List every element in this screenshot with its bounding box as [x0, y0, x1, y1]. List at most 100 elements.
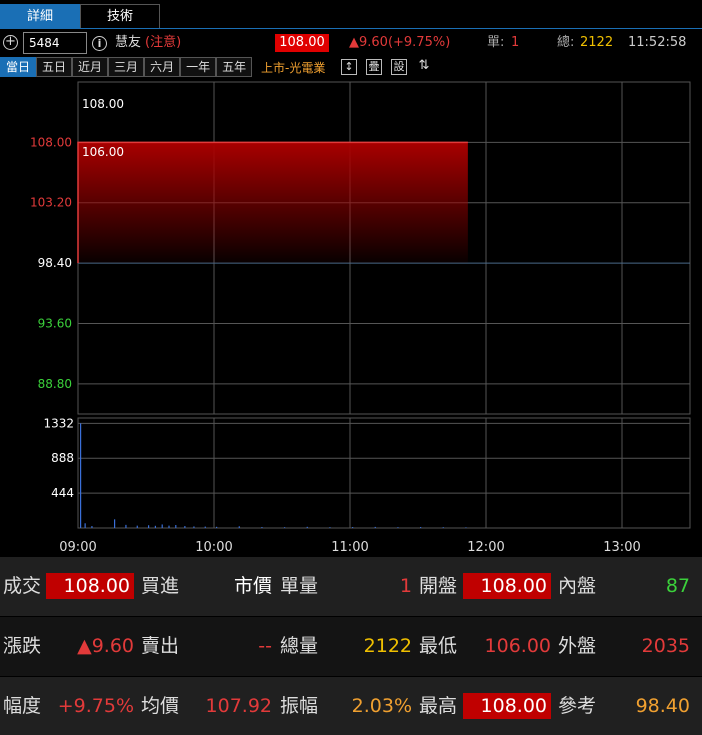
stat-label: 內盤 [558, 575, 597, 597]
time-axis-labels: 09:00 10:00 11:00 12:00 13:00 [59, 540, 640, 555]
stat-value: 市價 [233, 575, 272, 597]
stat-label: 買進 [141, 575, 180, 597]
view-tabs: 詳細 技術 [0, 4, 160, 28]
stat-value: 107.92 [205, 695, 272, 717]
volume-bar [329, 527, 331, 528]
stats-row: 幅度 +9.75% 均價 107.92 振幅 2.03% 最高 108.00 參考 98.40 [0, 677, 702, 735]
volume-bar [91, 526, 93, 528]
volume-bar [352, 527, 354, 528]
single-volume-label: 單: [487, 35, 505, 50]
indicator-filter-icon[interactable]: ⇅ [416, 59, 432, 75]
price-axis-labels: 108.00 103.20 98.40 93.60 88.80 [30, 135, 72, 390]
price-tick-label: 103.20 [30, 196, 72, 210]
period-1year-button[interactable]: 一年 [180, 57, 217, 77]
price-tick-label: 98.40 [38, 256, 72, 270]
time-tick-label: 10:00 [195, 540, 232, 555]
stat-label: 外盤 [558, 635, 597, 657]
period-6month-button[interactable]: 六月 [144, 57, 181, 77]
total-volume-value: 2122 [580, 35, 614, 50]
volume-bar [114, 519, 116, 528]
tabs-divider [0, 28, 702, 29]
time-tick-label: 11:00 [331, 540, 368, 555]
stat-value: ▲9.60 [77, 635, 134, 657]
stat-value: 108.00 [46, 573, 134, 599]
overlay-button[interactable]: 疊 [366, 59, 382, 75]
add-stock-icon[interactable]: + [3, 35, 18, 50]
period-5year-button[interactable]: 五年 [216, 57, 253, 77]
volume-tick-label: 1332 [43, 416, 74, 430]
period-5day-button[interactable]: 五日 [36, 57, 73, 77]
period-selector: 當日 五日 近月 三月 六月 一年 五年 [0, 57, 253, 77]
info-icon[interactable]: i [92, 36, 107, 51]
volume-bar [261, 527, 263, 528]
volume-panel [80, 423, 467, 528]
tab-technical[interactable]: 技術 [80, 4, 160, 28]
stat-label: 最低 [419, 635, 458, 657]
low-price-label: 106.00 [82, 145, 124, 159]
stat-value: +9.75% [57, 695, 134, 717]
single-volume-value: 1 [511, 35, 520, 50]
stats-row: 成交 108.00 買進 市價 單量 1 開盤 108.00 內盤 87 [0, 557, 702, 616]
volume-bar [284, 527, 286, 528]
volume-bar [175, 525, 177, 528]
stat-label: 均價 [141, 695, 180, 717]
industry-label: 上市-光電業 [261, 61, 326, 75]
stat-value: 2035 [641, 635, 690, 657]
volume-bar [148, 525, 150, 528]
time-tick-label: 12:00 [467, 540, 504, 555]
stat-value: 1 [399, 575, 412, 597]
volume-bar [184, 526, 186, 528]
period-1month-button[interactable]: 近月 [72, 57, 109, 77]
volume-bar [204, 526, 206, 528]
stat-value: 2122 [363, 635, 412, 657]
stat-value: -- [258, 635, 272, 657]
time-tick-label: 13:00 [603, 540, 640, 555]
period-today-button[interactable]: 當日 [0, 57, 37, 77]
price-panel [77, 141, 468, 264]
period-3month-button[interactable]: 三月 [108, 57, 145, 77]
volume-bar [420, 527, 422, 528]
volume-bar [306, 526, 308, 528]
stat-value: 106.00 [484, 635, 551, 657]
high-price-label: 108.00 [82, 97, 124, 111]
sort-icon[interactable]: ↕ [341, 59, 357, 75]
stat-value: 98.40 [635, 695, 690, 717]
stat-label: 單量 [280, 575, 319, 597]
price-tick-label: 93.60 [38, 316, 72, 330]
volume-axis-labels: 1332 888 444 [43, 416, 74, 500]
quote-time: 11:52:58 [628, 35, 687, 50]
volume-bar [465, 527, 467, 528]
price-area-fill [78, 142, 468, 264]
volume-bar [84, 523, 86, 528]
volume-tick-label: 888 [51, 451, 74, 465]
stat-value: 108.00 [463, 573, 551, 599]
volume-bar [154, 525, 156, 528]
volume-bar [161, 524, 163, 528]
volume-bar [80, 423, 82, 528]
volume-bar [136, 525, 138, 528]
quote-stats-table: 成交 108.00 買進 市價 單量 1 開盤 108.00 內盤 87 漲跌 ▲9.60 賣出 -- 總量… [0, 557, 702, 735]
stat-value: 87 [665, 575, 690, 597]
stat-label: 總量 [280, 635, 319, 657]
stock-name: 慧友 [115, 35, 142, 50]
volume-bar [193, 526, 195, 528]
price-tick-label: 88.80 [38, 377, 72, 391]
last-price-badge: 108.00 [275, 34, 329, 52]
stat-label: 參考 [558, 695, 597, 717]
stat-value: 108.00 [463, 693, 551, 719]
stat-label: 振幅 [280, 695, 319, 717]
volume-panel-grid [77, 417, 691, 529]
volume-panel-frame [77, 417, 691, 529]
price-change: ▲9.60(+9.75%) [349, 35, 451, 50]
stat-label: 幅度 [3, 695, 42, 717]
price-tick-label: 108.00 [30, 135, 72, 149]
stat-value: 2.03% [351, 695, 412, 717]
tab-detail[interactable]: 詳細 [0, 4, 80, 28]
settings-button[interactable]: 設 [391, 59, 407, 75]
volume-bar [125, 524, 127, 528]
stock-code-input[interactable] [23, 32, 87, 54]
stat-label: 最高 [419, 695, 458, 717]
stock-attention-note: (注意) [145, 35, 182, 50]
stats-row: 漲跌 ▲9.60 賣出 -- 總量 2122 最低 106.00 外盤 2035 [0, 617, 702, 676]
stat-label: 開盤 [419, 575, 458, 597]
